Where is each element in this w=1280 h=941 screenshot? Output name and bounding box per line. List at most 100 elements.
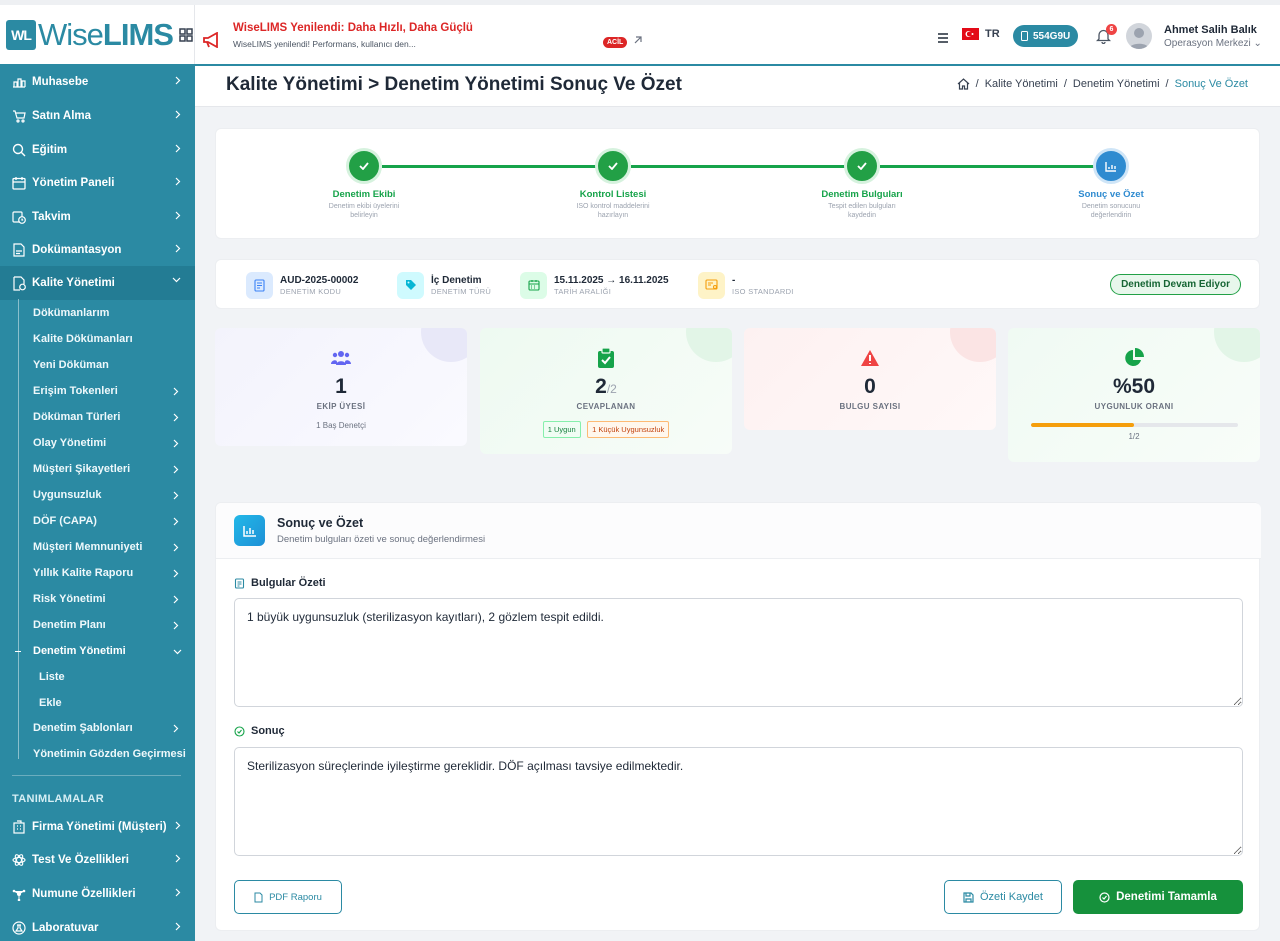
sub-item-musteri-memnuniyeti[interactable]: Müşteri Memnuniyeti (33, 541, 183, 553)
avatar[interactable] (1126, 23, 1152, 49)
sub-item-ekle[interactable]: Ekle (39, 697, 62, 709)
chevron-right-icon (173, 595, 179, 604)
page-header: Kalite Yönetimi > Denetim Yönetimi Sonuç… (195, 66, 1280, 107)
clipboard-check-icon (595, 347, 617, 369)
search-icon (12, 143, 26, 157)
step-denetim-ekibi[interactable]: Denetim Ekibi Denetim ekibi üyelerini be… (289, 148, 439, 220)
sidebar-item-label: Yönetim Paneli (32, 177, 115, 189)
credit-badge[interactable]: 554G9U (1013, 25, 1079, 47)
sub-item-dof-capa[interactable]: DÖF (CAPA) (33, 515, 183, 527)
card-decoration (421, 328, 467, 362)
chevron-right-icon (173, 491, 179, 500)
chevron-right-icon (175, 177, 181, 186)
logo[interactable]: WL WiseLIMS (0, 5, 195, 64)
announcement-title[interactable]: WiseLIMS Yenilendi: Daha Hızlı, Daha Güç… (233, 22, 473, 34)
sub-item-uygunsuzluk[interactable]: Uygunsuzluk (33, 489, 183, 501)
step-title: Sonuç ve Özet (1078, 189, 1144, 200)
sidebar-item-test-ve-ozellikleri[interactable]: Test Ve Özellikleri (0, 843, 195, 877)
sub-item-yonetimin-gozden-gecirmesi[interactable]: Yönetimin Gözden Geçirmesi (33, 748, 186, 760)
sub-item-yillik-kalite-raporu[interactable]: Yıllık Kalite Raporu (33, 567, 183, 579)
sidebar-item-label: Muhasebe (32, 76, 89, 88)
breadcrumb-current: Sonuç Ve Özet (1174, 78, 1248, 90)
sidebar-item-muhasebe[interactable]: Muhasebe (0, 66, 195, 99)
chevron-right-icon (173, 465, 179, 474)
card-decoration (950, 328, 996, 362)
step-sonuc-ve-ozet[interactable]: Sonuç ve Özet Denetim sonucunu değerlend… (1036, 148, 1186, 220)
sidebar-item-label: Firma Yönetimi (Müşteri) (32, 821, 167, 833)
bar-chart-icon (234, 515, 265, 546)
result-textarea[interactable]: Sterilizasyon süreçlerinde iyileştirme g… (234, 747, 1243, 856)
sub-item-label: Denetim Planı (33, 619, 106, 631)
user-name[interactable]: Ahmet Salih Balık (1164, 24, 1257, 36)
step-kontrol-listesi[interactable]: Kontrol Listesi ISO kontrol maddelerini … (538, 148, 688, 220)
answered-total: /2 (606, 382, 617, 396)
announcement[interactable]: WiseLIMS Yenilendi: Daha Hızlı, Daha Güç… (202, 19, 642, 55)
step-denetim-bulgulari[interactable]: Denetim Bulguları Tespit edilen bulgular… (787, 148, 937, 220)
sub-item-risk-yonetimi[interactable]: Risk Yönetimi (33, 593, 183, 605)
panel-header: Sonuç ve Özet Denetim bulguları özeti ve… (216, 503, 1261, 559)
save-summary-button[interactable]: Özeti Kaydet (944, 880, 1062, 914)
sidebar-item-kalite-yonetimi[interactable]: Kalite Yönetimi (0, 266, 195, 300)
chevron-down-icon (172, 277, 181, 283)
findings-summary-textarea[interactable]: 1 büyük uygunsuzluk (sterilizasyon kayıt… (234, 598, 1243, 707)
breadcrumb-item[interactable]: Kalite Yönetimi (985, 78, 1058, 90)
language-code: TR (985, 28, 1000, 40)
breadcrumb-separator: / (1063, 78, 1067, 90)
sub-item-denetim-plani[interactable]: Denetim Planı (33, 619, 183, 631)
sub-item-liste[interactable]: Liste (39, 671, 65, 683)
audit-info-bar: AUD-2025-00002 DENETİM KODU İç Denetim DEN… (215, 259, 1260, 309)
findings-summary-label-text: Bulgular Özeti (251, 577, 326, 589)
chevron-right-icon (175, 76, 181, 85)
sidebar-item-dokumantasyon[interactable]: Dokümantasyon (0, 233, 195, 267)
chevron-right-icon (173, 724, 179, 733)
sidebar-item-egitim[interactable]: Eğitim (0, 133, 195, 167)
chevron-right-icon (173, 621, 179, 630)
audit-type: İç Denetim DENETİM TÜRÜ (397, 270, 491, 300)
breadcrumb: / Kalite Yönetimi / Denetim Yönetimi / S… (957, 78, 1248, 90)
turkey-flag-icon (962, 28, 979, 40)
sub-item-kalite-dokumanlari[interactable]: Kalite Dökümanları (33, 333, 133, 345)
breadcrumb-item[interactable]: Denetim Yönetimi (1073, 78, 1160, 90)
step-description: ISO kontrol maddelerini hazırlayın (576, 203, 650, 219)
status-badge: Denetim Devam Ediyor (1110, 274, 1241, 295)
menu-icon[interactable] (937, 33, 949, 43)
card-decoration (686, 328, 732, 362)
sub-item-dokuman-turleri[interactable]: Döküman Türleri (33, 411, 183, 423)
sidebar-item-yonetim-paneli[interactable]: Yönetim Paneli (0, 166, 195, 200)
answered-tags: 1 Uygun 1 Küçük Uygunsuzluk (480, 419, 732, 438)
announcement-subtitle: WiseLIMS yenilendi! Performans, kullanıc… (233, 39, 416, 49)
audit-standard-value: - (732, 274, 736, 286)
sub-item-dokumanlarim[interactable]: Dökümanlarım (33, 307, 109, 319)
chevron-right-icon (173, 439, 179, 448)
sub-item-label: Olay Yönetimi (33, 437, 107, 449)
sub-item-olay-yonetimi[interactable]: Olay Yönetimi (33, 437, 183, 449)
sidebar-item-takvim[interactable]: Takvim (0, 200, 195, 234)
sub-item-denetim-yonetimi[interactable]: Denetim Yönetimi (33, 645, 183, 657)
certificate-icon (698, 271, 725, 299)
stat-card-answered: 2/2 CEVAPLANAN 1 Uygun 1 Küçük Uygunsuzl… (480, 328, 732, 454)
stat-card-compliance: %50 UYGUNLUK ORANI 1/2 (1008, 328, 1260, 462)
check-icon (595, 148, 631, 184)
user-role[interactable]: Operasyon Merkezi ⌄ (1164, 38, 1262, 49)
external-link-icon[interactable] (633, 35, 643, 45)
sub-item-erisim-tokenleri[interactable]: Erişim Tokenleri (33, 385, 183, 397)
sidebar-item-laboratuvar[interactable]: Laboratuvar (0, 911, 195, 941)
language-selector[interactable]: TR (962, 28, 1000, 40)
save-icon (963, 891, 974, 903)
audit-standard: - ISO STANDARDI (698, 270, 794, 300)
sidebar-item-label: Test Ve Özellikleri (32, 854, 129, 866)
sub-item-denetim-sablonlari[interactable]: Denetim Şablonları (33, 722, 183, 734)
apps-grid-icon[interactable] (179, 27, 193, 42)
complete-audit-button[interactable]: Denetimi Tamamla (1073, 880, 1243, 914)
sub-item-musteri-sikayetleri[interactable]: Müşteri Şikayetleri (33, 463, 183, 475)
sub-item-label: Uygunsuzluk (33, 489, 102, 501)
sidebar-item-satin-alma[interactable]: Satın Alma (0, 99, 195, 133)
sub-item-label: Müşteri Şikayetleri (33, 463, 131, 475)
audit-dates: 15.11.2025 → 16.11.2025 TARİH ARALIĞI (520, 270, 669, 300)
pdf-report-button[interactable]: PDF Raporu (234, 880, 342, 914)
sub-item-yeni-dokuman[interactable]: Yeni Döküman (33, 359, 109, 371)
sidebar-item-numune-ozellikleri[interactable]: Numune Özellikleri (0, 877, 195, 911)
home-icon[interactable] (957, 78, 970, 90)
sidebar-item-firma-yonetimi[interactable]: Firma Yönetimi (Müşteri) (0, 810, 195, 844)
notifications[interactable]: 6 (1096, 24, 1117, 49)
